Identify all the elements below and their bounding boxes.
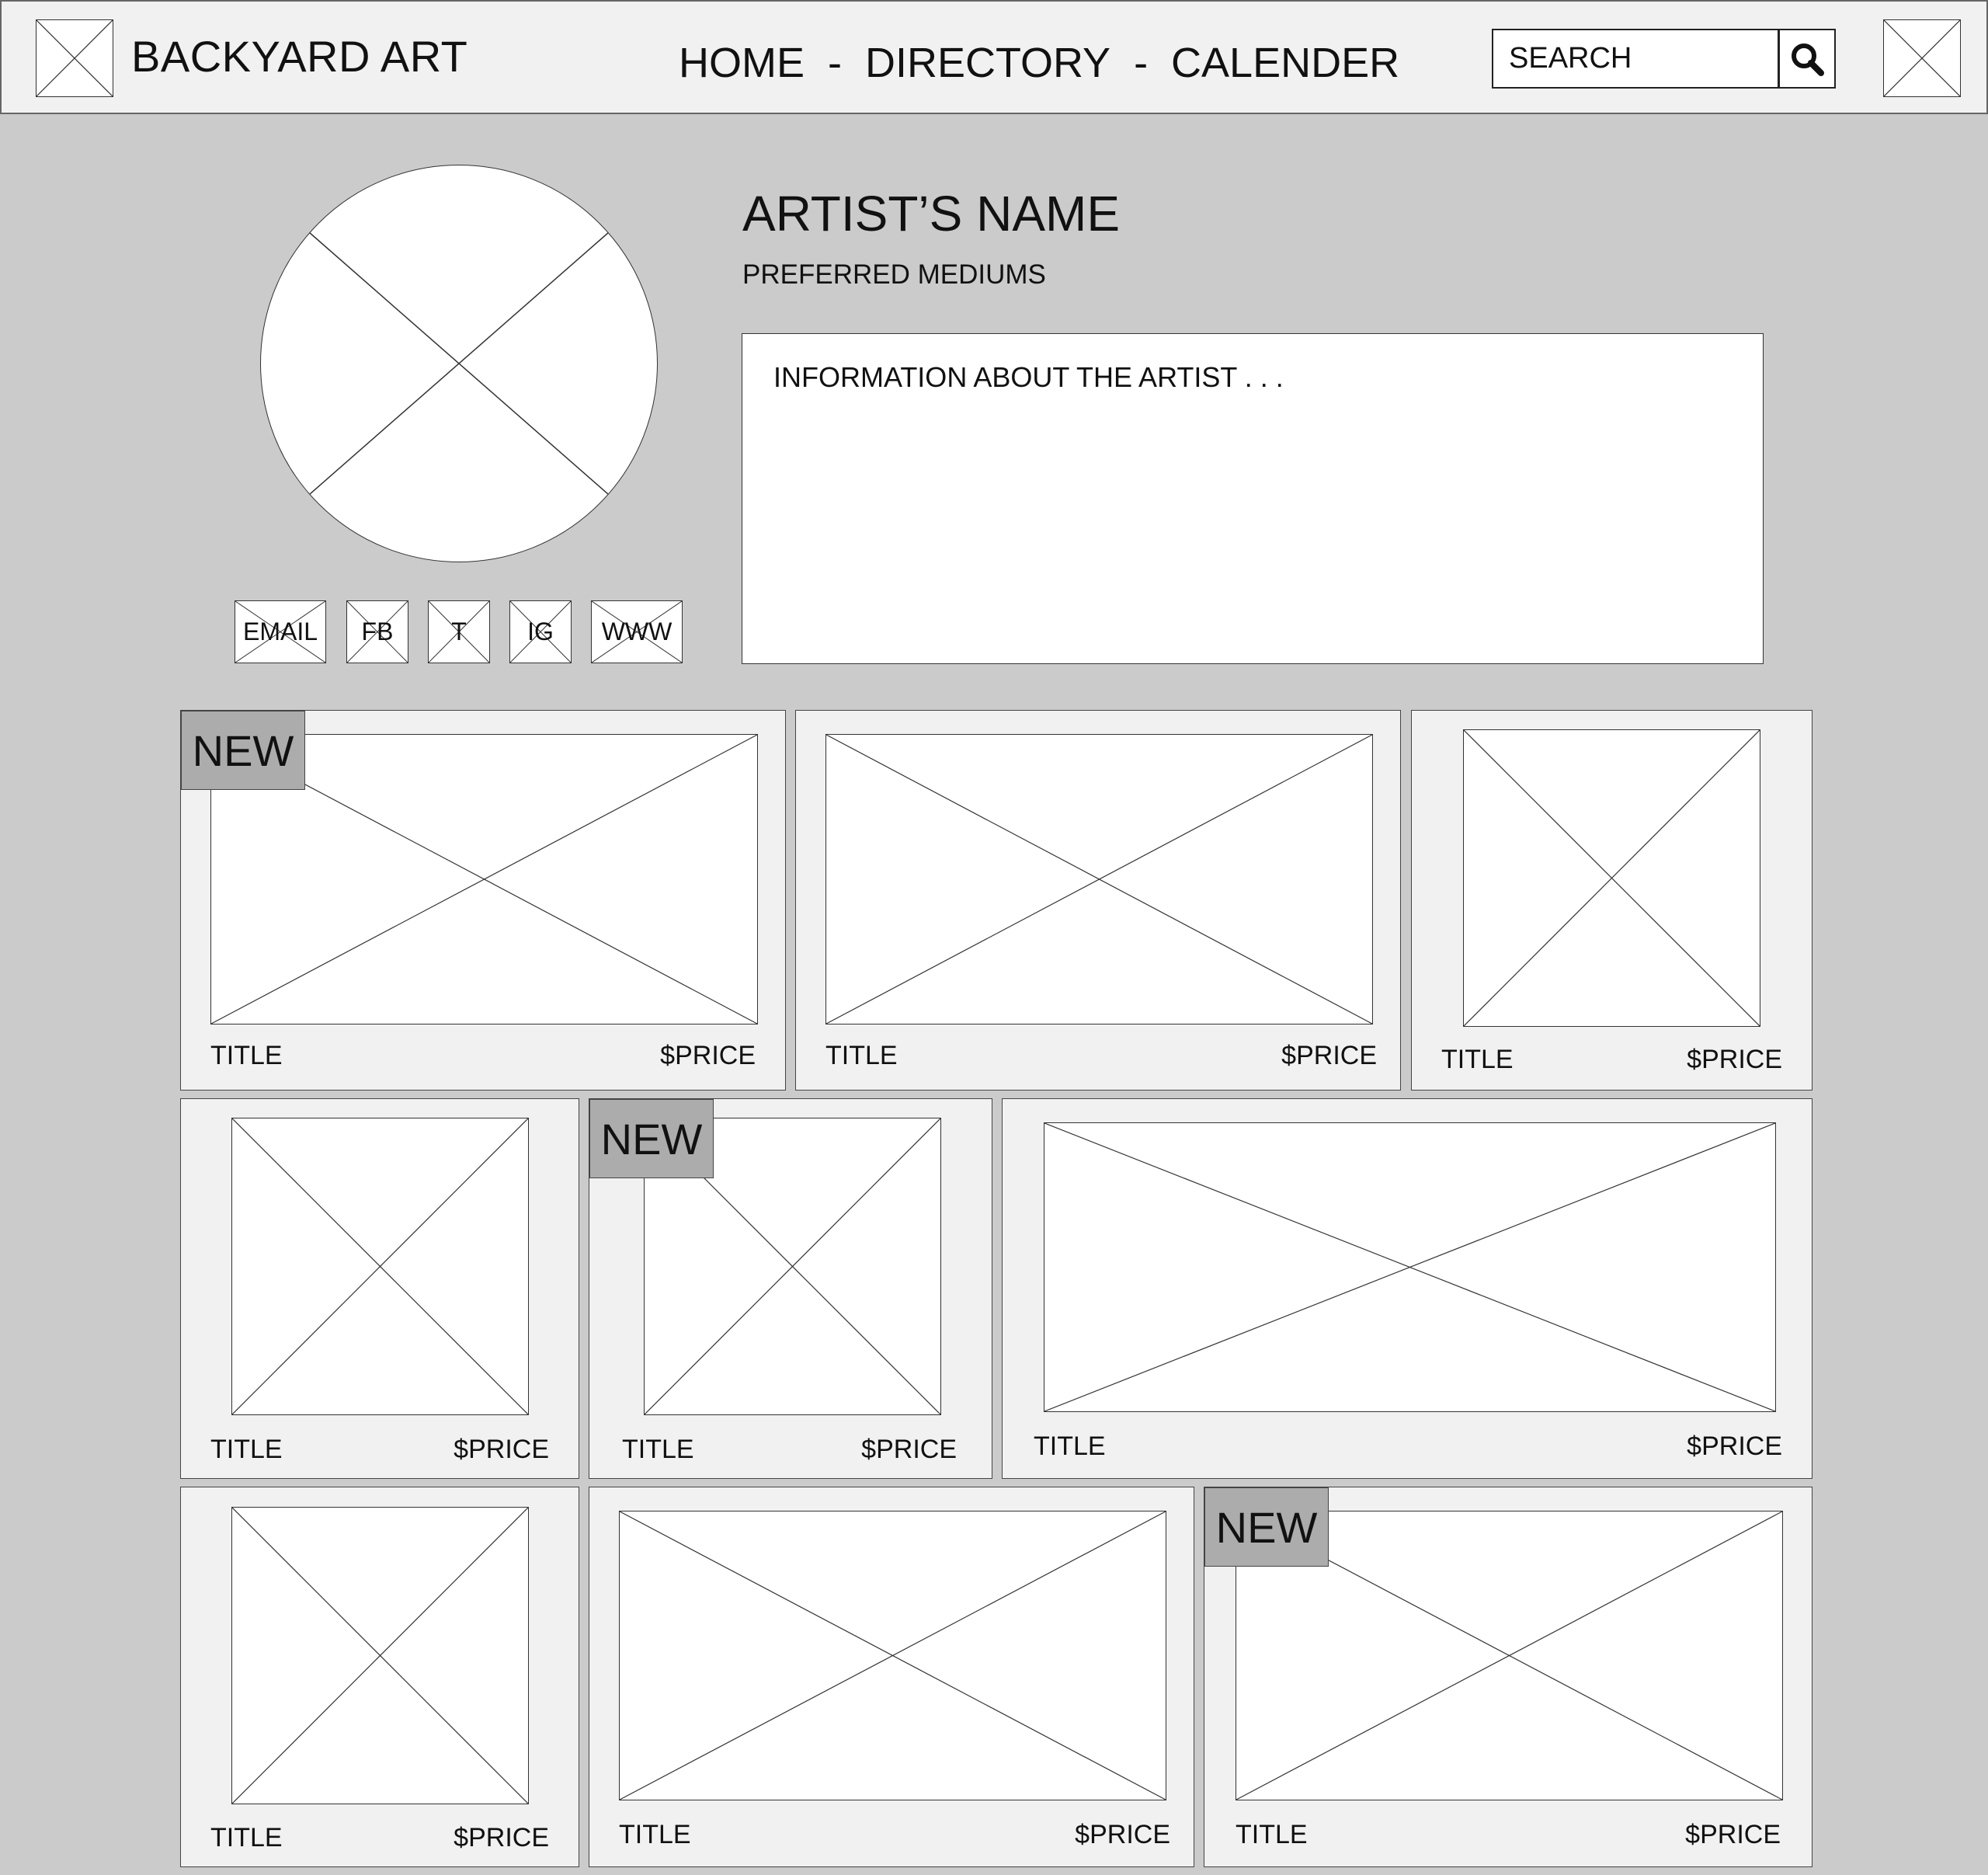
artwork-price: $PRICE xyxy=(1075,1820,1170,1849)
top-bar: BACKYARD ART HOME - DIRECTORY - CALENDER xyxy=(0,0,1988,114)
artwork-image xyxy=(231,1507,529,1804)
new-badge: NEW xyxy=(181,711,305,790)
nav-home[interactable]: HOME xyxy=(679,39,805,87)
logo-icon[interactable] xyxy=(36,19,113,97)
artwork-card[interactable]: NEW TITLE $PRICE xyxy=(589,1098,992,1479)
artwork-title: TITLE xyxy=(210,1041,283,1070)
facebook-link[interactable]: FB xyxy=(346,600,408,663)
artwork-card[interactable]: TITLE $PRICE xyxy=(1411,710,1812,1091)
artwork-card[interactable]: TITLE $PRICE xyxy=(180,1487,579,1867)
main-nav: HOME - DIRECTORY - CALENDER xyxy=(679,36,1399,90)
artist-info-panel: INFORMATION ABOUT THE ARTIST . . . xyxy=(742,333,1764,664)
nav-directory[interactable]: DIRECTORY xyxy=(865,39,1110,87)
artwork-image xyxy=(825,734,1373,1024)
artwork-price: $PRICE xyxy=(1685,1820,1781,1849)
artwork-card[interactable]: TITLE $PRICE xyxy=(589,1487,1194,1867)
artwork-title: TITLE xyxy=(825,1041,898,1070)
search-box xyxy=(1492,29,1779,89)
email-link[interactable]: EMAIL xyxy=(235,600,326,663)
artwork-image xyxy=(1044,1122,1776,1412)
nav-separator: - xyxy=(828,40,842,86)
new-badge: NEW xyxy=(589,1099,714,1178)
search-input[interactable] xyxy=(1509,30,1765,87)
search-button[interactable] xyxy=(1778,29,1836,89)
twitter-link[interactable]: T xyxy=(428,600,490,663)
website-label: WWW xyxy=(601,617,673,645)
menu-icon[interactable] xyxy=(1883,19,1961,97)
artwork-title: TITLE xyxy=(1236,1820,1308,1849)
new-badge: NEW xyxy=(1204,1487,1329,1567)
artwork-card[interactable]: TITLE $PRICE xyxy=(795,710,1401,1091)
artist-name: ARTIST’S NAME xyxy=(742,186,1120,242)
artwork-title: TITLE xyxy=(210,1823,283,1852)
preferred-mediums: PREFERRED MEDIUMS xyxy=(742,259,1046,290)
artist-info-text: INFORMATION ABOUT THE ARTIST . . . xyxy=(773,361,1284,393)
artwork-price: $PRICE xyxy=(454,1823,549,1852)
email-label: EMAIL xyxy=(242,617,318,645)
artwork-title: TITLE xyxy=(1034,1431,1106,1461)
instagram-label: IG xyxy=(527,617,554,645)
website-link[interactable]: WWW xyxy=(591,600,683,663)
search-icon xyxy=(1792,43,1824,76)
artwork-image xyxy=(619,1511,1166,1800)
nav-calender[interactable]: CALENDER xyxy=(1171,39,1399,87)
artwork-card[interactable]: TITLE $PRICE xyxy=(180,1098,579,1479)
artwork-image xyxy=(1463,729,1760,1027)
artwork-price: $PRICE xyxy=(660,1041,756,1070)
instagram-link[interactable]: IG xyxy=(509,600,572,663)
artwork-card[interactable]: NEW TITLE $PRICE xyxy=(1204,1487,1812,1867)
artwork-card[interactable]: TITLE $PRICE xyxy=(1002,1098,1812,1479)
artwork-card[interactable]: NEW TITLE $PRICE xyxy=(180,710,786,1091)
artwork-image xyxy=(231,1118,529,1415)
artwork-title: TITLE xyxy=(1441,1045,1514,1074)
artwork-title: TITLE xyxy=(622,1435,694,1464)
twitter-label: T xyxy=(451,617,467,645)
artwork-price: $PRICE xyxy=(1687,1431,1782,1461)
artwork-title: TITLE xyxy=(210,1435,283,1464)
artwork-title: TITLE xyxy=(619,1820,691,1849)
artwork-price: $PRICE xyxy=(454,1435,549,1464)
nav-separator: - xyxy=(1134,40,1149,86)
artwork-price: $PRICE xyxy=(1281,1041,1377,1070)
artwork-price: $PRICE xyxy=(861,1435,957,1464)
facebook-label: FB xyxy=(361,617,394,645)
artwork-price: $PRICE xyxy=(1687,1045,1782,1074)
artist-avatar xyxy=(260,165,658,562)
site-title[interactable]: BACKYARD ART xyxy=(131,31,467,82)
